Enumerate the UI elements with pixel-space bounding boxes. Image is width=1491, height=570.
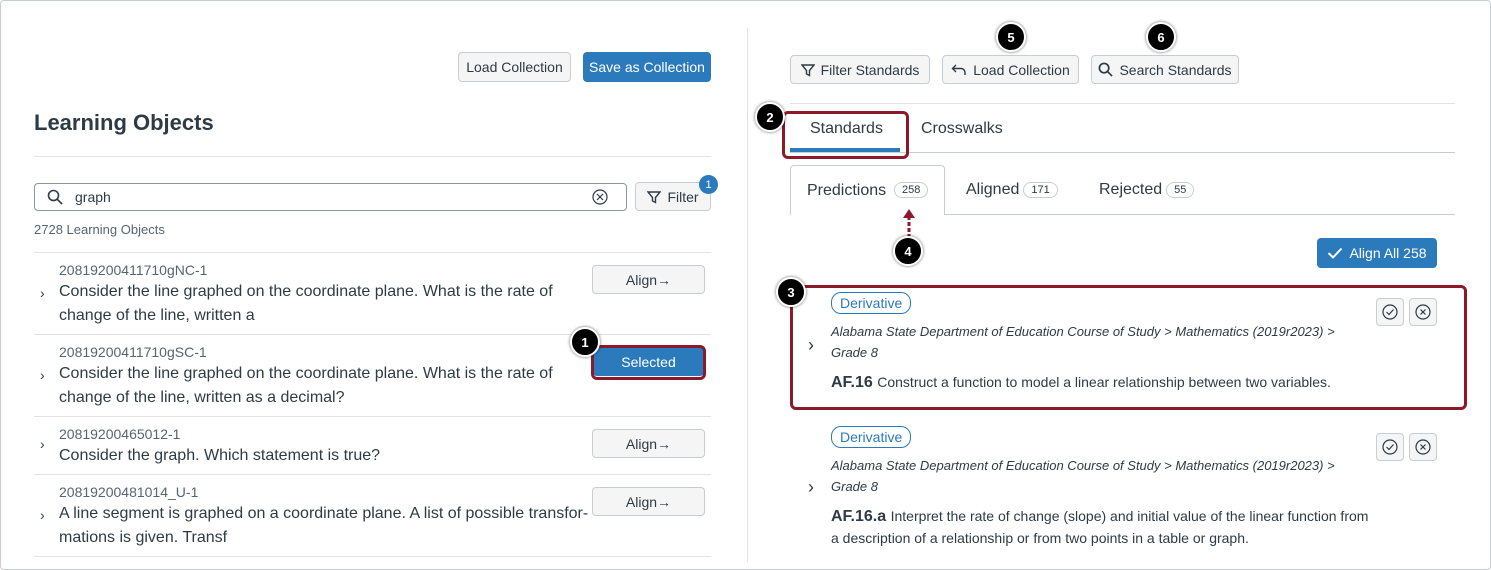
save-as-collection-label: Save as Collection [589, 59, 705, 75]
aligned-label: Aligned [966, 181, 1020, 198]
standard-card[interactable]: Derivative Alabama State Department of E… [790, 420, 1467, 555]
search-standards-label: Search Standards [1119, 61, 1232, 78]
tab-aligned[interactable]: Aligned 171 [966, 181, 1058, 199]
search-icon [47, 189, 63, 205]
aligned-count: 171 [1023, 181, 1058, 198]
chevron-right-icon[interactable]: › [40, 507, 45, 523]
result-count: 2728 Learning Objects [34, 222, 165, 237]
check-circle-icon [1382, 439, 1398, 455]
align-label: Align→ [625, 271, 672, 288]
rejected-count: 55 [1166, 181, 1195, 198]
reject-button[interactable] [1409, 433, 1437, 461]
item-text: Consider the line graphed on the coordin… [59, 283, 553, 300]
item-id: 20819200481014_U-1 [59, 484, 199, 500]
filter-label: Filter [667, 188, 699, 205]
accept-button[interactable] [1376, 433, 1404, 461]
chevron-right-icon[interactable]: › [40, 285, 45, 301]
item-text-cont: change of the line, written a [59, 307, 255, 324]
tab-predictions[interactable]: Predictions 258 [790, 165, 945, 215]
item-text: Consider the graph. Which statement is t… [59, 447, 381, 464]
page-title: Learning Objects [34, 110, 214, 135]
load-collection-standards-button[interactable]: Load Collection [942, 55, 1079, 84]
subtabs-divider [945, 214, 1455, 215]
clear-icon[interactable] [592, 189, 608, 205]
list-item[interactable]: › 20819200411710gNC-1 Consider the line … [34, 252, 711, 334]
filter-icon [647, 190, 662, 204]
save-as-collection-button[interactable]: Save as Collection [583, 52, 711, 82]
standard-text-cont: a description of a relationship or from … [831, 530, 1249, 546]
tab-crosswalks[interactable]: Crosswalks [921, 120, 1003, 138]
filter-standards-button[interactable]: Filter Standards [790, 55, 930, 84]
chevron-right-icon[interactable]: › [40, 436, 45, 452]
list-item[interactable]: › 20819200465012-1 Consider the graph. W… [34, 416, 711, 474]
load-collection-label: Load Collection [973, 61, 1070, 78]
list-divider [34, 556, 711, 557]
callout-2: 2 [755, 102, 785, 132]
standard-text: Interpret the rate of change (slope) and… [890, 508, 1369, 524]
align-label: Align→ [625, 493, 672, 510]
align-button[interactable]: Align→ [592, 265, 705, 294]
search-standards-button[interactable]: Search Standards [1091, 55, 1239, 84]
item-id: 20819200411710gSC-1 [59, 344, 207, 360]
align-all-button[interactable]: Align All 258 [1317, 238, 1437, 268]
item-text-cont: mations is given. Transf [59, 529, 228, 546]
rejected-label: Rejected [1099, 181, 1163, 198]
standard-code: AF.16.a [831, 508, 887, 525]
align-button[interactable]: Align→ [592, 429, 705, 458]
chevron-right-icon[interactable]: › [808, 477, 814, 498]
tab-rejected[interactable]: Rejected 55 [1099, 181, 1195, 199]
toolbar-divider [790, 103, 1455, 104]
highlight-standards-tab [782, 111, 909, 159]
align-label: Align→ [625, 435, 672, 452]
item-text: A line segment is graphed on a coordinat… [59, 505, 589, 522]
item-text-cont: change of the line, written as a decimal… [59, 389, 345, 406]
derivative-tag: Derivative [831, 426, 912, 448]
callout-6: 6 [1146, 22, 1176, 52]
callout-5: 5 [996, 22, 1026, 52]
search-icon [1099, 62, 1114, 77]
highlight-standard-card [790, 285, 1467, 410]
predictions-label: Predictions [807, 182, 887, 199]
callout-1: 1 [570, 327, 600, 357]
load-collection-button[interactable]: Load Collection [458, 52, 571, 82]
panel-divider [747, 28, 748, 562]
item-id: 20819200465012-1 [59, 426, 181, 442]
search-input[interactable]: graph [34, 183, 627, 211]
title-divider [34, 156, 711, 157]
align-button[interactable]: Align→ [592, 487, 705, 516]
undo-arrow-icon [951, 64, 966, 75]
check-icon [1328, 247, 1343, 259]
chevron-right-icon[interactable]: › [40, 367, 45, 383]
filter-count-badge: 1 [699, 175, 718, 194]
standard-description: AF.16.a Interpret the rate of change (sl… [831, 505, 1368, 527]
standard-grade: Grade 8 [831, 479, 878, 494]
align-all-label: Align All 258 [1349, 245, 1427, 261]
arrow-up-icon [903, 209, 915, 238]
load-collection-label: Load Collection [466, 59, 563, 75]
filter-standards-label: Filter Standards [820, 61, 920, 78]
callout-3: 3 [776, 277, 806, 307]
item-text: Consider the line graphed on the coordin… [59, 365, 553, 382]
callout-4: 4 [893, 236, 923, 266]
predictions-count: 258 [894, 182, 929, 198]
search-value: graph [75, 189, 111, 205]
list-item[interactable]: › 20819200481014_U-1 A line segment is g… [34, 474, 711, 556]
item-id: 20819200411710gNC-1 [59, 262, 208, 278]
standard-breadcrumb: Alabama State Department of Education Co… [831, 458, 1335, 473]
filter-icon [800, 63, 815, 77]
highlight-selected [591, 345, 706, 380]
x-circle-icon [1415, 439, 1431, 455]
